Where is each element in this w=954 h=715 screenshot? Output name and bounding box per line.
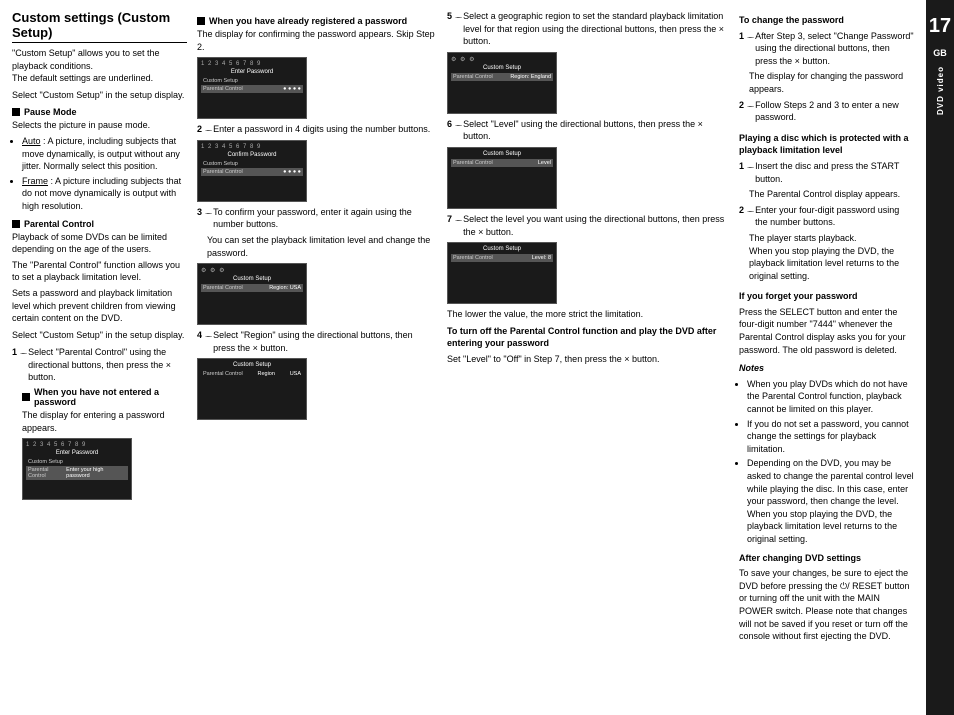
step-4-block: 4 ..... Select "Region" using the direct… [197,329,437,354]
change-step-2-text: Follow Steps 2 and 3 to enter a new pass… [755,99,914,124]
list-item: When you play DVDs which do not have the… [747,378,914,416]
step-1-row: 1 ..... Select "Parental Control" using … [12,346,187,384]
col-far-right: To change the password 1 ..... After Ste… [739,10,914,705]
change-step-2-row: 2 ..... Follow Steps 2 and 3 to enter a … [739,99,914,124]
no-password-text: The display for entering a password appe… [22,409,187,434]
step-7-text: Select the level you want using the dire… [463,213,729,238]
step-5-text: Select a geographic region to set the st… [463,10,729,48]
notes-header: Notes [739,362,914,375]
main-content: Custom settings (Custom Setup) "Custom S… [0,0,926,715]
step-3-block: 3 ..... To confirm your password, enter … [197,206,437,259]
gb-label: GB [933,48,947,58]
forget-section: If you forget your password Press the SE… [739,290,914,356]
pause-bullet-list: Auto : A picture, including subjects tha… [12,135,187,213]
screen-5: Custom Setup Parental Control Region USA [197,358,307,420]
col-right: 5 ..... Select a geographic region to se… [447,10,914,705]
step-7-block: 7 ..... Select the level you want using … [447,213,729,238]
pause-mode-header: Pause Mode [12,107,187,117]
protected-header: Playing a disc which is protected with a… [739,132,914,157]
step-3-sub: You can set the playback limitation leve… [197,234,437,259]
protected-step-2-row: 2 ..... Enter your four-digit password u… [739,204,914,229]
turn-off-section: To turn off the Parental Control functio… [447,325,729,366]
screen-3: 1 2 3 4 5 6 7 8 9 Confirm Password Custo… [197,140,307,202]
protected-step-2-text: Enter your four-digit password using the… [755,204,914,229]
list-item: Frame : A picture including subjects tha… [22,175,187,213]
screen-1: 1 2 3 4 5 6 7 8 9 Enter Password Custom … [22,438,132,500]
step-4-text: Select "Region" using the directional bu… [213,329,437,354]
col-left: Custom settings (Custom Setup) "Custom S… [12,10,187,705]
screen-8: Custom Setup Parental Control Level: 8 [447,242,557,304]
sidebar-tab: 17 GB DVD video [926,0,954,715]
after-text: To save your changes, be sure to eject t… [739,567,914,643]
step-6-row: 6 ..... Select "Level" using the directi… [447,118,729,143]
screen-2: 1 2 3 4 5 6 7 8 9 Enter Password Custom … [197,57,307,119]
screen-6: ⚙ ⚙ ⚙ Custom Setup Parental Control Regi… [447,52,557,114]
step-6-block: 6 ..... Select "Level" using the directi… [447,118,729,143]
page-layout: Custom settings (Custom Setup) "Custom S… [12,10,914,705]
list-item: If you do not set a password, you cannot… [747,418,914,456]
col-middle: When you have already registered a passw… [197,10,437,705]
change-step-1-text: After Step 3, select "Change Password" u… [755,30,914,68]
protected-step-1-text: Insert the disc and press the START butt… [755,160,914,185]
no-password-section: When you have not entered a password The… [12,387,187,500]
screen-7: Custom Setup Parental Control Level [447,147,557,209]
protected-section: Playing a disc which is protected with a… [739,132,914,283]
pause-bullet-icon [12,108,20,116]
forget-header: If you forget your password [739,290,914,303]
col-right-inner: 5 ..... Select a geographic region to se… [447,10,729,705]
step-2-block: 2 ..... Enter a password in 4 digits usi… [197,123,437,136]
after-header: After changing DVD settings [739,552,914,565]
parental-select: Select "Custom Setup" in the setup displ… [12,329,187,342]
already-registered-header: When you have already registered a passw… [197,16,437,26]
select-text: Select "Custom Setup" in the setup displ… [12,89,187,102]
step-6-text: Select "Level" using the directional but… [463,118,729,143]
intro-text: "Custom Setup" allows you to set the pla… [12,47,187,85]
page-title: Custom settings (Custom Setup) [12,10,187,43]
parental-desc2: The "Parental Control" function allows y… [12,259,187,284]
forget-text: Press the SELECT button and enter the fo… [739,306,914,356]
step-1-block: 1 ..... Select "Parental Control" using … [12,346,187,500]
step-5-row: 5 ..... Select a geographic region to se… [447,10,729,48]
notes-list: When you play DVDs which do not have the… [739,378,914,546]
notes-section: Notes When you play DVDs which do not ha… [739,362,914,545]
step-5-block: 5 ..... Select a geographic region to se… [447,10,729,48]
parental-control-header: Parental Control [12,219,187,229]
step-7-row: 7 ..... Select the level you want using … [447,213,729,238]
lower-value-text: The lower the value, the more strict the… [447,308,729,321]
step-1-text: Select "Parental Control" using the dire… [28,346,187,384]
protected-step-2b: The player starts playback. When you sto… [739,232,914,282]
turn-off-header: To turn off the Parental Control functio… [447,325,729,350]
step-2-row: 2 ..... Enter a password in 4 digits usi… [197,123,437,136]
parental-desc1: Playback of some DVDs can be limited dep… [12,231,187,256]
list-item: Depending on the DVD, you may be asked t… [747,457,914,545]
step-2-text: Enter a password in 4 digits using the n… [213,123,430,136]
change-password-header: To change the password [739,14,914,27]
screen-4: ⚙ ⚙ ⚙ Custom Setup Parental Control Regi… [197,263,307,325]
already-registered-text: The display for confirming the password … [197,28,437,53]
already-registered-bullet-icon [197,17,205,25]
step-3-text: To confirm your password, enter it again… [213,206,437,231]
turn-off-text: Set "Level" to "Off" in Step 7, then pre… [447,353,729,366]
pause-mode-desc: Selects the picture in pause mode. [12,119,187,132]
no-password-header: When you have not entered a password [22,387,187,407]
after-section: After changing DVD settings To save your… [739,552,914,643]
page-number: 17 [926,8,954,44]
step-4-row: 4 ..... Select "Region" using the direct… [197,329,437,354]
parental-bullet-icon [12,220,20,228]
list-item: Auto : A picture, including subjects tha… [22,135,187,173]
change-password-section: To change the password 1 ..... After Ste… [739,14,914,124]
no-password-bullet-icon [22,393,30,401]
change-step-1-row: 1 ..... After Step 3, select "Change Pas… [739,30,914,68]
step-3-row: 3 ..... To confirm your password, enter … [197,206,437,231]
protected-step-1-row: 1 ..... Insert the disc and press the ST… [739,160,914,185]
change-step-1b: The display for changing the password ap… [739,70,914,95]
parental-desc3: Sets a password and playback limitation … [12,287,187,325]
sidebar-label: DVD video [936,66,945,115]
protected-step-1b: The Parental Control display appears. [739,188,914,201]
